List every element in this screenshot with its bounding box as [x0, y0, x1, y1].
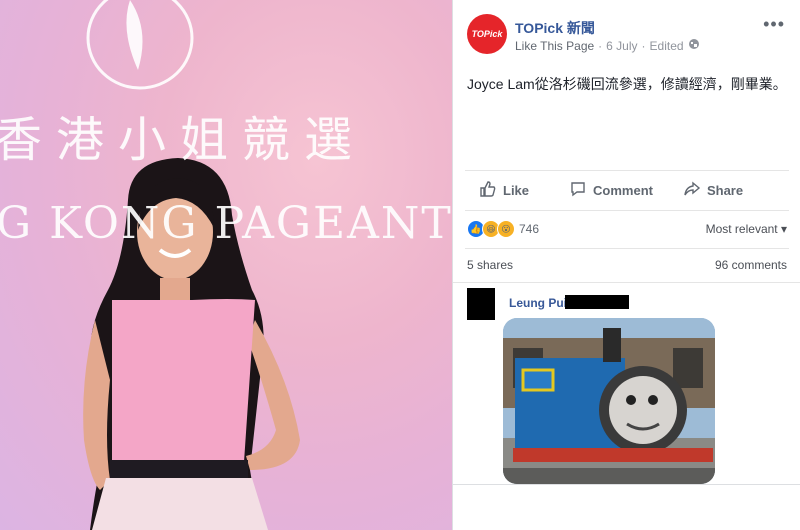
post-panel: TOPick TOPick 新聞 Like This Page · 6 July…: [452, 0, 800, 530]
like-icon: [479, 180, 497, 201]
comment-image[interactable]: [503, 318, 715, 484]
commenter-name[interactable]: Leung Pui: [509, 296, 567, 310]
divider: [465, 248, 789, 249]
share-button[interactable]: Share: [683, 180, 743, 201]
separator-dot: ·: [641, 38, 646, 53]
divider: [453, 282, 800, 283]
globe-icon: [688, 38, 700, 53]
separator-dot: ·: [598, 38, 603, 53]
share-label: Share: [706, 182, 744, 198]
like-page-link[interactable]: Like This Page: [515, 39, 594, 53]
post-text: Joyce Lam從洛杉磯回流參選，修讀經濟，剛畢業。: [467, 76, 787, 92]
pageant-logo: [83, 0, 300, 530]
backdrop-english-text: G KONG PAGEANT 2018: [0, 198, 452, 249]
comments-link[interactable]: 96 comments: [715, 258, 787, 272]
like-button[interactable]: Like: [479, 180, 529, 201]
comment-button[interactable]: Comment: [569, 180, 653, 201]
divider: [465, 170, 789, 171]
like-label: Like: [503, 182, 530, 198]
post-meta: Like This Page · 6 July · Edited: [515, 38, 700, 53]
post-date[interactable]: 6 July: [606, 39, 637, 53]
comment-label: Comment: [593, 182, 653, 198]
reactions-count: 746: [519, 222, 540, 236]
commenter-avatar[interactable]: [467, 288, 495, 320]
most-relevant-dropdown[interactable]: Most relevant ▾: [706, 222, 787, 236]
dropdown-caret-icon: ▾: [780, 222, 787, 236]
post-photo[interactable]: 香港小姐競選 G KONG PAGEANT 2018: [0, 0, 452, 530]
divider: [465, 210, 789, 211]
shares-link[interactable]: 5 shares: [467, 258, 513, 272]
share-icon: [683, 180, 701, 201]
page-name-link[interactable]: TOPick 新聞: [515, 18, 595, 38]
more-icon[interactable]: •••: [763, 14, 785, 35]
comment-icon: [569, 180, 587, 201]
train-illustration: [503, 318, 715, 484]
backdrop-chinese-text: 香港小姐競選: [0, 112, 367, 168]
panel-bottom-divider: [452, 484, 800, 485]
reactions-summary[interactable]: 👍 😆 😮 746: [467, 220, 539, 238]
wow-reaction-icon: 😮: [497, 220, 515, 238]
page-avatar-text: TOPick: [471, 29, 503, 39]
post-actions: Like Comment Share: [465, 178, 789, 202]
page-avatar[interactable]: TOPick: [467, 14, 507, 54]
most-relevant-label: Most relevant: [705, 222, 778, 236]
redaction-bar: [565, 295, 629, 309]
edited-label[interactable]: Edited: [650, 39, 684, 53]
